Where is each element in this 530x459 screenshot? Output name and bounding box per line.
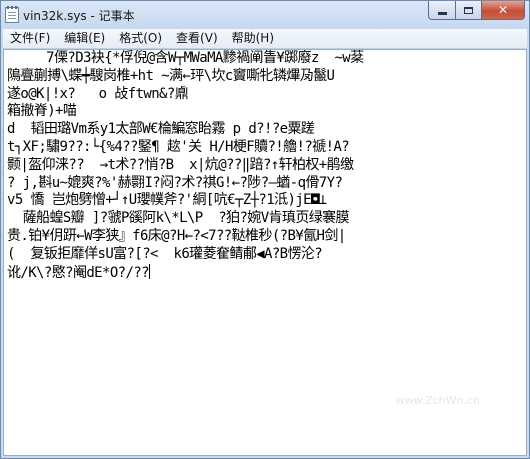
minimize-icon <box>437 11 447 15</box>
watermark: www.ZchWn.cn <box>395 394 480 407</box>
window-title: vin32k.sys - 记事本 <box>23 9 135 23</box>
maximize-icon <box>464 6 473 14</box>
caption-buttons: ✕ <box>428 1 525 21</box>
text-line: ( 复钣拒靡佯sU富?[?< k6瓘菱奞鲭郙◀A?B愣沦? <box>7 245 323 262</box>
text-line: 讹/K\?愍?阉dE*O?/?? <box>7 264 150 281</box>
menu-help[interactable]: 帮助(H) <box>225 29 281 48</box>
text-line: d 韬田璐Vm系y1太部W€棆鯿窓眙霧 p d?!?e粟蹉 <box>7 121 315 138</box>
text-line: 箱撤脊)+喵 <box>7 103 77 120</box>
text-line: 隝亹蒯搏\蝶┿騪岗椎+ht ~满←玶\坎c竇嘶牝辚熚夃鬣U <box>7 67 335 84</box>
text-line: 贵.铂¥仴趼←W李狭』f6床@?H←?<7??鞑椎秒(?B¥氤H剑| <box>7 227 346 244</box>
menu-format[interactable]: 格式(O) <box>112 29 169 48</box>
text-line: 薩船蝗S瓣 ]?虢P豀阿k\*L\P ?狛?婉V肯瑱页绿褰膜 <box>7 210 350 227</box>
text-editor[interactable]: 7傈?D3袂{*俘倪@含W┬MWaMA黪禍阐眚¥踯廢z ~w棻 隝亹蒯搏\蝶┿騪岗… <box>3 49 527 456</box>
menu-view[interactable]: 查看(V) <box>169 29 225 48</box>
text-line: 颢|盔仰涞?? →t术??悄?B x|炕@??‖踣?↑轩柏权+鹃缴 <box>7 156 354 173</box>
document-text[interactable]: 7傈?D3袂{*俘倪@含W┬MWaMA黪禍阐眚¥踯廢z ~w棻 隝亹蒯搏\蝶┿騪岗… <box>4 50 526 282</box>
title-bar[interactable]: vin32k.sys - 记事本 ✕ <box>1 1 529 29</box>
notepad-window: vin32k.sys - 记事本 ✕ 文件(F) 编辑(E) 格式(O) 查看(… <box>0 0 530 459</box>
text-line: ? j,斟u~媲爽?%'赫翾I?闷?术?祺G!←?陟?–蝤-q傦7Y? <box>7 174 343 191</box>
menu-file[interactable]: 文件(F) <box>3 29 57 48</box>
maximize-button[interactable] <box>455 1 481 20</box>
notepad-app-icon[interactable] <box>5 6 19 23</box>
text-line: 遂o@K|!x? o 敁ftwn&?鼑 <box>7 85 189 102</box>
text-line: v5 憍 岂炮劈憎+┘↑U瓔幞斧?'絧[吭€┬Z┼?1泜)jE◘⊥ <box>7 192 327 209</box>
minimize-button[interactable] <box>428 1 455 20</box>
close-icon: ✕ <box>497 3 509 17</box>
menu-bar: 文件(F) 编辑(E) 格式(O) 查看(V) 帮助(H) <box>3 29 527 49</box>
text-line: 7傈?D3袂{*俘倪@含W┬MWaMA黪禍阐眚¥踯廢z ~w棻 <box>7 50 364 66</box>
text-line-last: 讹/K\?愍?阉dE*O?/?? <box>7 263 522 283</box>
text-caret <box>148 263 150 279</box>
menu-edit[interactable]: 编辑(E) <box>57 29 112 48</box>
close-button[interactable]: ✕ <box>481 1 525 20</box>
text-line: t┐XF;驌9??:└{%4??鋻¶ 趑'关 H/H梗F贖?!艪!?禠!A? <box>7 138 350 155</box>
